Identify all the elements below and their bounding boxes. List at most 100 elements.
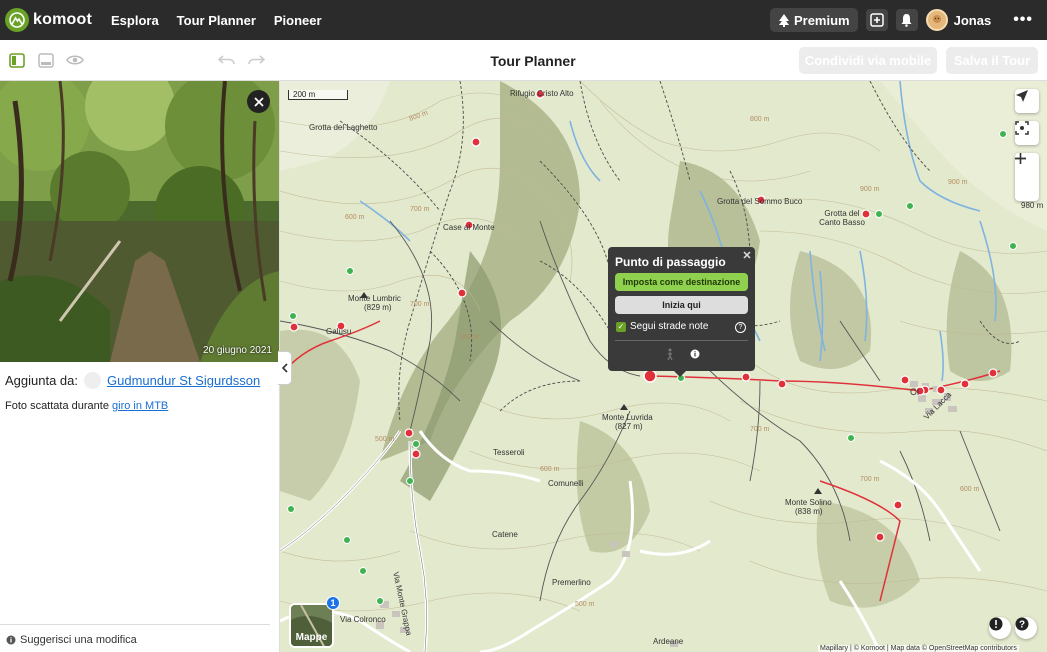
- label-monte-solino-alt: (838 m): [795, 507, 823, 516]
- map-canvas[interactable]: 600 m 800 m 700 m 900 m 800 m 900 m 600 m 500…: [280, 81, 1047, 652]
- top-navigation: komoot Esplora Tour Planner Pioneer Prem…: [0, 0, 1047, 40]
- suggest-edit-link[interactable]: Suggerisci una modifica: [0, 624, 270, 646]
- question-icon: ?: [1015, 617, 1029, 631]
- chevron-left-icon: [281, 363, 288, 373]
- follow-roads-checkbox[interactable]: ✓: [616, 321, 626, 332]
- map-attribution[interactable]: Mapillary | © Komoot | Map data © OpenSt…: [818, 645, 1019, 652]
- close-icon: [743, 251, 751, 259]
- zoom-controls: [1015, 153, 1039, 201]
- user-avatar[interactable]: [925, 9, 948, 31]
- hiker-icon[interactable]: [665, 348, 675, 360]
- create-tour-button[interactable]: [865, 9, 888, 31]
- svg-text:?: ?: [1019, 620, 1025, 631]
- komoot-logo[interactable]: komoot: [5, 8, 92, 32]
- nav-link-tour-planner[interactable]: Tour Planner: [177, 13, 256, 28]
- alert-icon: [989, 617, 1003, 631]
- fullscreen-button[interactable]: [1015, 121, 1039, 145]
- svg-text:900 m: 900 m: [948, 179, 968, 186]
- popup-pointer: [674, 371, 686, 377]
- zoom-out-button[interactable]: [1015, 157, 1039, 201]
- photo-date: 20 giugno 2021: [203, 345, 272, 356]
- follow-roads-label: Segui strade note: [630, 321, 709, 332]
- plus-square-icon: [869, 13, 884, 27]
- focus-icon: [1015, 121, 1029, 135]
- set-destination-button[interactable]: Imposta come destinazione: [615, 273, 748, 291]
- share-mobile-button[interactable]: Condividi via mobile: [799, 47, 937, 74]
- premium-button[interactable]: Premium: [769, 8, 858, 32]
- label-catene: Catene: [492, 530, 518, 539]
- minus-icon: [1015, 157, 1026, 160]
- help-icon[interactable]: ?: [735, 322, 746, 333]
- label-case-monte: Case al Monte: [443, 223, 495, 232]
- popup-title: Punto di passaggio: [615, 255, 726, 269]
- svg-text:700 m: 700 m: [410, 206, 430, 213]
- svg-text:500 m: 500 m: [375, 436, 395, 443]
- premium-label: Premium: [793, 12, 850, 28]
- svg-text:600 m: 600 m: [460, 334, 480, 341]
- label-monte-lumbric: Monte Lumbric: [348, 294, 401, 303]
- info-icon: [6, 635, 16, 645]
- location-arrow-icon: [1016, 90, 1028, 102]
- label-via-colronco: Via Colronco: [340, 615, 386, 624]
- label-elevation-980: 980 m: [1021, 201, 1044, 210]
- report-issue-button[interactable]: [989, 617, 1011, 639]
- user-name[interactable]: Jonas: [954, 13, 992, 28]
- label-grotta-laghetto: Grotta del Laghetto: [309, 123, 378, 132]
- popup-divider: [615, 340, 748, 341]
- more-menu-button[interactable]: •••: [1013, 11, 1033, 29]
- label-monte-luvrida: Monte Luvrida: [602, 413, 653, 422]
- map-scale: 200 m: [288, 90, 348, 100]
- help-button[interactable]: ?: [1015, 617, 1037, 639]
- label-galusu: Galusu: [326, 327, 352, 336]
- label-comunelli: Comunelli: [548, 479, 584, 488]
- label-monte-solino: Monte Solino: [785, 498, 832, 507]
- added-by-row: Aggiunta da: Gudmundur St Sigurdsson: [5, 372, 260, 389]
- komoot-logo-icon: [5, 8, 29, 32]
- layers-label: Mappe: [295, 632, 328, 643]
- contributor-link[interactable]: Gudmundur St Sigurdsson: [107, 373, 260, 388]
- photo-caption: Foto scattata durante giro in MTB: [5, 400, 168, 412]
- caption-text: Foto scattata durante: [5, 400, 109, 412]
- nav-link-esplora[interactable]: Esplora: [111, 13, 159, 28]
- follow-roads-toggle[interactable]: ✓ Segui strade note: [616, 321, 708, 332]
- suggest-edit-label: Suggerisci una modifica: [20, 634, 137, 646]
- collapse-sidebar-button[interactable]: [278, 351, 292, 385]
- close-icon: [253, 96, 264, 107]
- label-grotta-canto: Grotta del Canto Basso: [819, 209, 865, 227]
- label-olt: Ol: [910, 387, 919, 397]
- start-here-button[interactable]: Inizia qui: [615, 296, 748, 314]
- label-grotta-buco: Grotta del Sommo Buco: [717, 197, 803, 206]
- label-premerlino: Premerlino: [552, 578, 591, 587]
- label-rifugio: Rifugio Cristo Alto: [510, 89, 574, 98]
- highlight-photo: 20 giugno 2021: [0, 81, 279, 362]
- tree-icon: [778, 13, 789, 27]
- svg-text:600 m: 600 m: [540, 466, 560, 473]
- svg-text:500 m: 500 m: [575, 601, 595, 608]
- label-monte-lumbric-alt: (829 m): [364, 303, 392, 312]
- planner-toolbar: Tour Planner Condividi via mobile Salva …: [0, 40, 1047, 81]
- map-layers-button[interactable]: Mappe: [289, 603, 334, 648]
- label-tesseroli: Tesseroli: [493, 448, 525, 457]
- added-by-label: Aggiunta da:: [5, 373, 79, 388]
- svg-text:700 m: 700 m: [410, 301, 430, 308]
- svg-text:600 m: 600 m: [960, 486, 980, 493]
- svg-text:700 m: 700 m: [860, 476, 880, 483]
- logo-text: komoot: [33, 11, 92, 28]
- sidebar-panel: 20 giugno 2021 Aggiunta da: Gudmundur St…: [0, 81, 280, 652]
- tour-link[interactable]: giro in MTB: [112, 400, 168, 412]
- bell-icon: [901, 14, 912, 27]
- close-photo-button[interactable]: [247, 90, 270, 113]
- contributor-avatar[interactable]: [84, 372, 102, 389]
- waypoint-popup: Punto di passaggio Imposta come destinaz…: [608, 247, 755, 377]
- locate-button[interactable]: [1015, 89, 1039, 113]
- layers-badge: 1: [326, 596, 340, 610]
- svg-text:900 m: 900 m: [860, 186, 880, 193]
- svg-text:600 m: 600 m: [345, 214, 365, 221]
- label-monte-luvrida-alt: (827 m): [615, 422, 643, 431]
- notifications-button[interactable]: [895, 9, 918, 31]
- nav-link-pioneer[interactable]: Pioneer: [274, 13, 322, 28]
- svg-text:800 m: 800 m: [750, 116, 770, 123]
- label-ardeane: Ardeane: [653, 637, 684, 646]
- save-tour-button[interactable]: Salva il Tour: [946, 47, 1038, 74]
- info-icon[interactable]: [690, 349, 700, 359]
